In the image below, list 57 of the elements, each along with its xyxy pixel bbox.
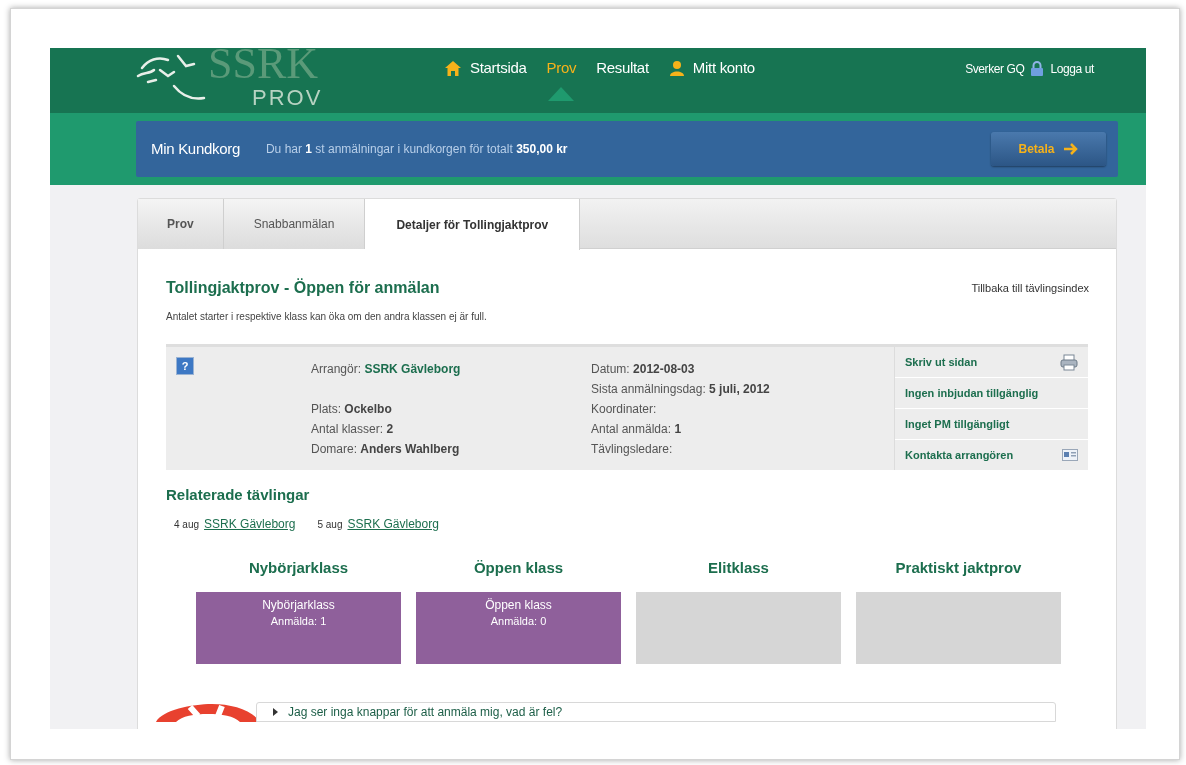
related-link[interactable]: SSRK Gävleborg xyxy=(347,514,439,533)
class-heading: Elitklass xyxy=(708,557,769,578)
logout-link[interactable]: Logga ut xyxy=(1050,59,1094,78)
tab[interactable]: Snabbanmälan xyxy=(223,199,366,249)
triangle-right-icon xyxy=(273,708,278,716)
home-icon xyxy=(444,60,462,77)
action-link[interactable]: Kontakta arrangören xyxy=(895,440,1088,470)
section-title: Relaterade tävlingar xyxy=(166,485,311,505)
related-link[interactable]: SSRK Gävleborg xyxy=(204,514,296,533)
user-name: Sverker GQ xyxy=(965,60,1025,78)
printer-icon xyxy=(1060,353,1078,371)
tab[interactable]: Prov xyxy=(138,199,224,249)
detail-field: Sista anmälningsdag: 5 juli, 2012 xyxy=(591,379,893,399)
class-heading: Nybörjarklass xyxy=(248,557,349,578)
class-box[interactable]: Öppen klass Anmälda: 0 xyxy=(416,592,621,664)
faq-panel[interactable]: Jag ser inga knappar för att anmäla mig, vad är fel? xyxy=(256,702,1056,722)
help-icon[interactable]: ? xyxy=(176,357,194,375)
detail-field: Antal anmälda: 1 xyxy=(591,419,893,439)
cart-message: Du har 1 st anmälningar i kundkorgen för totalt 350,00 kr xyxy=(265,141,568,158)
related-date: 4 aug xyxy=(174,517,200,532)
class-info: Nybörjarklass xyxy=(262,597,335,613)
logo-subtitle: PROV xyxy=(252,86,323,110)
detail-field: Domare: Anders Wahlberg xyxy=(311,439,591,459)
lock-icon xyxy=(1030,61,1045,76)
user-icon xyxy=(668,60,685,77)
detail-field: Antal klasser: 2 xyxy=(311,419,591,439)
nav-link[interactable]: Resultat xyxy=(596,57,649,80)
detail-field: Tävlingsledare: xyxy=(591,439,893,459)
class-info: Anmälda: 0 xyxy=(490,614,547,629)
related-date: 5 aug xyxy=(317,517,343,532)
contact-card-icon xyxy=(1062,449,1078,461)
logo-title: SSRK xyxy=(208,48,320,86)
cart-title: Min Kundkorg xyxy=(151,138,240,159)
action-link[interactable]: Inget PM tillgängligt xyxy=(895,409,1088,440)
class-box[interactable] xyxy=(856,592,1061,664)
detail-field: Arrangör: SSRK Gävleborg xyxy=(311,359,591,379)
detail-field: Plats: Ockelbo xyxy=(311,399,591,419)
class-box[interactable]: Nybörjarklass Anmälda: 1 xyxy=(196,592,401,664)
class-info: Anmälda: 1 xyxy=(270,614,327,629)
back-link[interactable]: Tillbaka till tävlingsindex xyxy=(971,279,1089,297)
nav-link[interactable]: Startsida xyxy=(444,57,527,80)
logo[interactable]: SSRK PROV xyxy=(134,48,323,113)
faq-question: Jag ser inga knappar för att anmäla mig, vad är fel? xyxy=(288,704,563,721)
class-heading: Praktiskt jaktprov xyxy=(895,557,1022,578)
info-note: Antalet starter i respektive klass kan öka om den andra klassen ej är full. xyxy=(166,310,488,324)
arrow-right-icon xyxy=(1062,142,1079,156)
detail-field: Koordinater: xyxy=(591,399,893,419)
pay-button[interactable]: Betala xyxy=(991,132,1106,166)
action-link[interactable]: Ingen inbjudan tillgänglig xyxy=(895,378,1088,409)
page-title: Tollingjaktprov - Öppen för anmälan xyxy=(166,277,440,298)
class-heading: Öppen klass xyxy=(473,557,564,578)
tab[interactable]: Detaljer för Tollingjaktprov xyxy=(365,199,581,250)
action-link[interactable]: Skriv ut sidan xyxy=(895,347,1088,378)
nav-link[interactable]: Mitt konto xyxy=(668,57,755,80)
class-box[interactable] xyxy=(636,592,841,664)
class-info: Öppen klass xyxy=(485,597,552,613)
detail-field: Datum: 2012-08-03 xyxy=(591,359,893,379)
